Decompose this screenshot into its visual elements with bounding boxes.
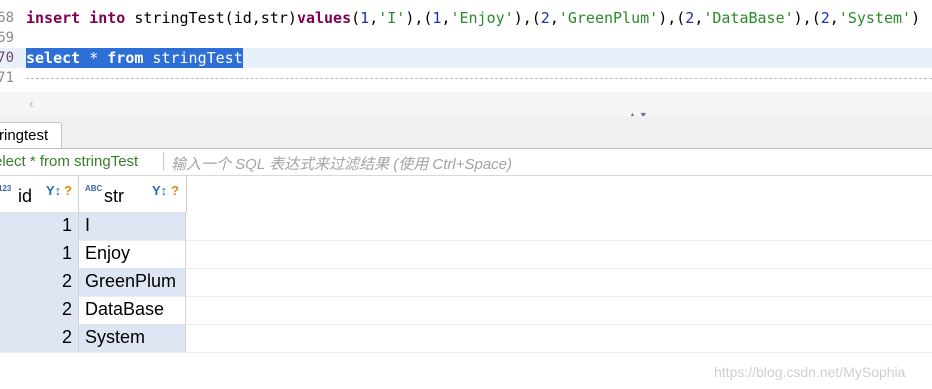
code-token: ),( — [513, 9, 541, 27]
code-token: ),( — [793, 9, 821, 27]
cell-value: 1 — [61, 243, 72, 263]
text-type-icon: ABC — [85, 184, 103, 193]
cell-value: I — [85, 215, 91, 235]
code-token: 2 — [820, 9, 830, 27]
cell-value: GreenPlum — [85, 271, 177, 291]
scroll-left-icon[interactable]: ‹ — [29, 95, 34, 111]
cell-id[interactable]: 1 — [0, 240, 79, 268]
editor-horizontal-scrollbar[interactable] — [0, 92, 932, 116]
cell-id[interactable]: 2 — [0, 268, 79, 296]
code-token: , — [369, 9, 379, 27]
table-row[interactable]: 2 GreenPlum — [0, 268, 932, 297]
cell-id[interactable]: 2 — [0, 296, 79, 324]
filter-input[interactable]: 输入一个 SQL 表达式来过滤结果 (使用 Ctrl+Space) — [171, 153, 512, 174]
code-token: select — [26, 49, 81, 67]
selected-code-line[interactable]: select * from stringTest — [26, 48, 243, 68]
cell-id[interactable]: 2 — [0, 324, 79, 352]
table-row[interactable]: 1 Enjoy — [0, 240, 932, 269]
code-token: ),( — [658, 9, 686, 27]
code-token: , — [549, 9, 559, 27]
code-token: * — [80, 49, 108, 67]
numeric-type-icon: 123 — [0, 184, 12, 193]
sql-editor[interactable]: 68 insert into stringTest(id,str)values(… — [0, 0, 932, 92]
cell-str[interactable]: Enjoy — [79, 240, 186, 268]
code-token: 'Enjoy' — [450, 9, 514, 27]
cell-value: 2 — [61, 299, 72, 319]
question-icon[interactable]: ? — [171, 183, 179, 198]
cell-value: 1 — [61, 215, 72, 235]
cell-str[interactable]: GreenPlum — [79, 268, 186, 296]
code-line[interactable]: insert into stringTest(id,str)values(1,'… — [26, 8, 920, 28]
cell-str[interactable]: System — [79, 324, 186, 352]
code-token: stringTest — [143, 49, 243, 67]
code-token: 2 — [540, 9, 550, 27]
code-token: 'GreenPlum' — [558, 9, 659, 27]
code-token: stringTest(id,str) — [125, 9, 297, 27]
result-tab-label[interactable]: ringtest — [0, 127, 48, 144]
code-token: 'DataBase' — [703, 9, 794, 27]
column-header-id[interactable]: 123 id Y↕ ? — [0, 176, 79, 212]
column-header-str[interactable]: ABC str Y↕ ? — [79, 176, 185, 212]
watermark: https://blog.csdn.net/MySophia — [714, 364, 906, 380]
code-token: 1 — [360, 9, 370, 27]
result-tab-bar — [0, 116, 932, 149]
cell-value: Enjoy — [85, 243, 131, 263]
table-row[interactable]: 2 System — [0, 324, 932, 353]
code-token: from — [107, 49, 144, 67]
code-token: values — [296, 9, 352, 27]
code-token: ( — [351, 9, 361, 27]
cell-value: DataBase — [85, 299, 165, 319]
statement-divider — [26, 78, 932, 79]
code-token: 2 — [685, 9, 695, 27]
editor-line-active[interactable]: 70 select * from stringTest — [0, 48, 932, 68]
line-number: 71 — [0, 70, 14, 86]
code-token: into — [89, 9, 126, 27]
code-token: 'I' — [378, 9, 406, 27]
filter-query-text: elect * from stringTest — [0, 153, 139, 170]
cell-value: 2 — [61, 327, 72, 347]
editor-line[interactable]: 68 insert into stringTest(id,str)values(… — [0, 8, 932, 28]
code-token: ) — [911, 9, 921, 27]
cell-str[interactable]: I — [79, 212, 186, 240]
code-token: , — [694, 9, 704, 27]
code-token: 'System' — [838, 9, 912, 27]
column-name: str — [104, 186, 124, 206]
question-icon[interactable]: ? — [64, 183, 72, 198]
line-number: 69 — [0, 30, 14, 46]
line-number: 68 — [0, 10, 14, 26]
column-name: id — [18, 186, 33, 206]
code-token: insert — [26, 9, 81, 27]
table-row[interactable]: 1I — [0, 212, 932, 241]
code-token: ),( — [405, 9, 433, 27]
table-row[interactable]: 2 DataBase — [0, 296, 932, 325]
cell-str[interactable]: DataBase — [79, 296, 186, 324]
cell-value: System — [85, 327, 146, 347]
filter-sort-icon[interactable]: Y↕ — [152, 183, 167, 198]
editor-line[interactable]: 69 — [0, 28, 932, 48]
filter-sort-icon[interactable]: Y↕ — [46, 183, 61, 198]
cell-value: 2 — [61, 271, 72, 291]
code-token: , — [829, 9, 839, 27]
cell-id[interactable]: 1 — [0, 212, 79, 240]
line-number: 70 — [0, 50, 14, 66]
filter-separator — [163, 152, 164, 171]
